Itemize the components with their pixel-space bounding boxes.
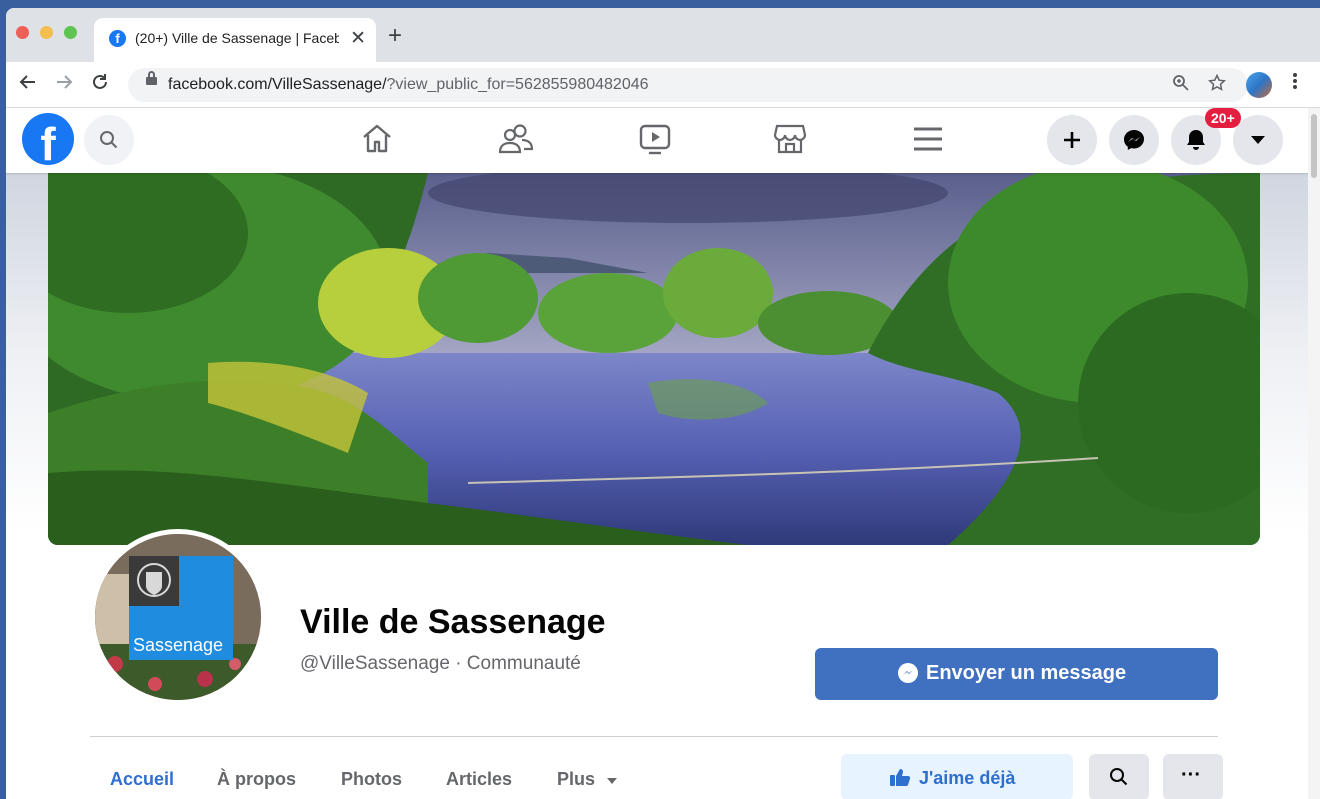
- more-options-button[interactable]: ···: [1163, 754, 1223, 799]
- messenger-icon: [898, 663, 918, 683]
- tab-strip: f (20+) Ville de Sassenage | Facebook ✕ …: [6, 8, 1320, 62]
- address-bar[interactable]: facebook.com/VilleSassenage/?view_public…: [128, 68, 1248, 102]
- page-profile-picture[interactable]: Sassenage: [90, 529, 266, 705]
- profile-picture-image: Sassenage: [95, 534, 261, 700]
- menu-icon[interactable]: [912, 122, 944, 161]
- send-message-label: Envoyer un message: [926, 662, 1127, 684]
- tab-close-icon[interactable]: ✕: [350, 27, 366, 50]
- divider: [90, 736, 1218, 737]
- send-message-button[interactable]: Envoyer un message: [815, 648, 1218, 700]
- back-arrow-icon[interactable]: [18, 72, 38, 98]
- search-button[interactable]: [84, 115, 134, 165]
- marketplace-icon[interactable]: [773, 122, 807, 161]
- page-tabs: Accueil À propos Photos Articles Plus J'…: [90, 753, 1230, 799]
- cover-photo[interactable]: [48, 173, 1260, 545]
- page-scrollbar[interactable]: [1308, 108, 1320, 799]
- messenger-button[interactable]: [1109, 115, 1159, 165]
- messenger-icon: [1124, 130, 1144, 150]
- page-subtitle: @VilleSassenage · Communauté: [300, 653, 581, 674]
- facebook-header: f 20+: [6, 108, 1320, 173]
- friends-icon[interactable]: [498, 122, 534, 161]
- more-options-icon: ···: [1181, 764, 1201, 786]
- bookmark-star-icon[interactable]: [1207, 73, 1227, 97]
- minimize-window-button[interactable]: [40, 26, 53, 39]
- tab-plus-label: Plus: [557, 769, 596, 789]
- tab-plus[interactable]: Plus: [557, 769, 618, 790]
- close-window-button[interactable]: [16, 26, 29, 39]
- tab-photos[interactable]: Photos: [341, 769, 402, 790]
- caret-down-icon: [607, 778, 618, 784]
- scrollbar-thumb[interactable]: [1311, 114, 1317, 178]
- lake-landscape-image: [48, 173, 1260, 545]
- tab-accueil[interactable]: Accueil: [110, 769, 174, 790]
- tab-title: (20+) Ville de Sassenage | Facebook: [135, 30, 339, 46]
- maximize-window-button[interactable]: [64, 26, 77, 39]
- facebook-logo-icon[interactable]: f: [22, 113, 74, 165]
- facebook-favicon-icon: f: [109, 30, 126, 47]
- page-content: Sassenage Ville de Sassenage @VilleSasse…: [6, 173, 1308, 799]
- like-label: J'aime déjà: [919, 768, 1016, 788]
- browser-menu-icon[interactable]: [1292, 71, 1298, 97]
- avatar-background-image: [95, 534, 261, 700]
- plus-icon: [1064, 132, 1080, 148]
- page-title: Ville de Sassenage: [300, 603, 606, 641]
- browser-window: f (20+) Ville de Sassenage | Facebook ✕ …: [6, 8, 1320, 799]
- zoom-icon[interactable]: [1172, 74, 1190, 97]
- browser-toolbar: facebook.com/VilleSassenage/?view_public…: [6, 62, 1320, 108]
- avatar-text: Sassenage: [133, 635, 224, 655]
- thumbs-up-icon: [890, 769, 911, 786]
- tab-a-propos[interactable]: À propos: [217, 769, 296, 790]
- url-text: facebook.com/VilleSassenage/?view_public…: [168, 76, 649, 93]
- bell-icon: [1187, 130, 1205, 150]
- watch-video-icon[interactable]: [638, 122, 672, 161]
- search-icon: [1110, 768, 1128, 786]
- profile-avatar[interactable]: [1246, 72, 1272, 98]
- like-page-button[interactable]: J'aime déjà: [841, 754, 1073, 799]
- caret-down-icon: [1251, 136, 1265, 144]
- notification-badge: 20+: [1205, 108, 1241, 128]
- account-menu-button[interactable]: [1233, 115, 1283, 165]
- page-search-button[interactable]: [1089, 754, 1149, 799]
- create-button[interactable]: [1047, 115, 1097, 165]
- tab-articles[interactable]: Articles: [446, 769, 512, 790]
- forward-arrow-icon[interactable]: [54, 72, 74, 98]
- lock-icon: [146, 71, 157, 85]
- new-tab-button[interactable]: +: [388, 24, 402, 48]
- browser-tab-active[interactable]: f (20+) Ville de Sassenage | Facebook ✕: [94, 18, 376, 62]
- search-icon: [100, 131, 118, 149]
- reload-icon[interactable]: [90, 72, 110, 98]
- home-icon[interactable]: [360, 122, 394, 161]
